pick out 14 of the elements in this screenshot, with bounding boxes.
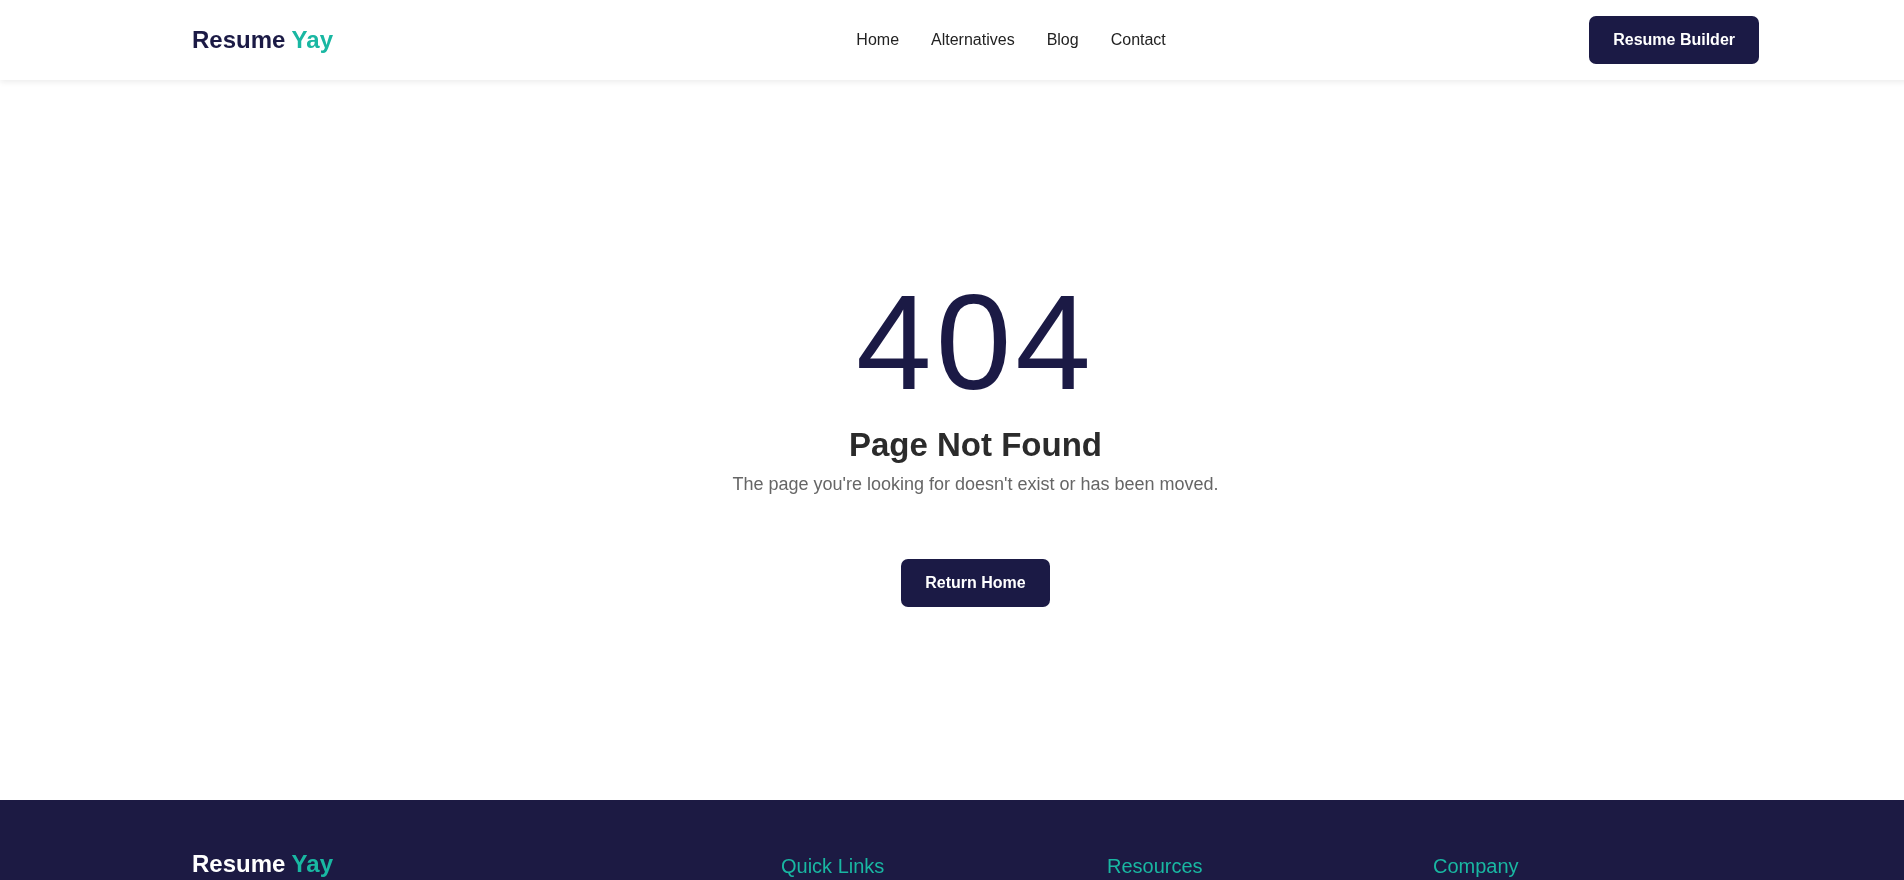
footer-heading: Quick Links [781, 855, 886, 878]
error-code: 404 [856, 273, 1095, 410]
footer-heading: Resources [1107, 855, 1204, 878]
error-title: Page Not Found [849, 425, 1102, 464]
nav-link[interactable]: Contact [1110, 31, 1166, 49]
nav-link[interactable]: Alternatives [931, 31, 1015, 49]
error-message: The page you're looking for doesn't exist or has been moved. [732, 473, 1219, 495]
resume-builder-button[interactable]: Resume Builder [1589, 16, 1759, 64]
nav-link[interactable]: Blog [1046, 31, 1079, 49]
site-logo[interactable]: Resume Yay [192, 26, 333, 54]
nav-link[interactable]: Home [856, 31, 900, 49]
footer-logo[interactable]: Resume Yay [192, 850, 781, 878]
return-home-button[interactable]: Return Home [901, 558, 1050, 607]
footer-heading: Company [1433, 855, 1520, 878]
